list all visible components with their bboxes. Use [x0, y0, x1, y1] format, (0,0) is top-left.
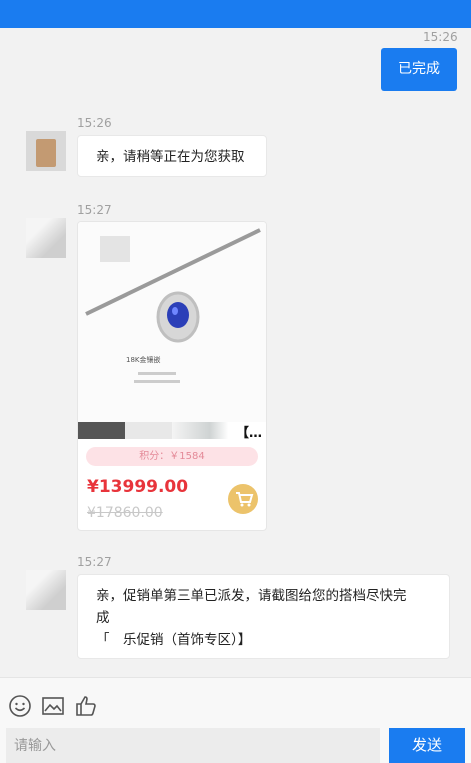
- avatar[interactable]: [26, 131, 66, 171]
- timestamp: 15:27: [77, 555, 112, 569]
- top-status-bar: [0, 0, 471, 28]
- timestamp: 15:26: [77, 116, 112, 130]
- product-card[interactable]: 18K金镶嵌 【… 积分：￥1584 ¥13999.00 ¥17860.00: [77, 221, 267, 531]
- sent-message-bubble: 已完成: [381, 48, 457, 91]
- product-price: ¥13999.00: [87, 477, 189, 497]
- message-input[interactable]: [6, 728, 380, 763]
- points-badge: 积分：￥1584: [86, 447, 258, 466]
- input-toolbar: 发送: [0, 677, 471, 763]
- product-image: 18K金镶嵌: [78, 222, 266, 422]
- timestamp: 15:26: [423, 30, 458, 44]
- cart-icon: [236, 492, 254, 507]
- avatar[interactable]: [26, 570, 66, 610]
- received-message-bubble: 亲，促销单第三单已派发，请截图给您的搭档尽快完 成 「 乐促销（首饰专区）】: [77, 574, 450, 659]
- image-icon[interactable]: [41, 694, 65, 718]
- send-button[interactable]: 发送: [389, 728, 465, 763]
- thumbs-up-icon[interactable]: [74, 694, 98, 718]
- message-line: 成: [96, 610, 110, 626]
- timestamp: 15:27: [77, 203, 112, 217]
- avatar[interactable]: [26, 218, 66, 258]
- product-image-caption: 18K金镶嵌: [126, 355, 161, 364]
- message-line: 「 乐促销（首饰专区）】: [96, 632, 252, 648]
- original-price: ¥17860.00: [87, 505, 163, 521]
- add-to-cart-button[interactable]: [228, 484, 258, 514]
- emoji-icon[interactable]: [8, 694, 32, 718]
- message-line: 亲，促销单第三单已派发，请截图给您的搭档尽快完: [96, 588, 407, 604]
- received-message-bubble: 亲，请稍等正在为您获取: [77, 135, 267, 177]
- product-title-suffix: 【…: [236, 426, 263, 441]
